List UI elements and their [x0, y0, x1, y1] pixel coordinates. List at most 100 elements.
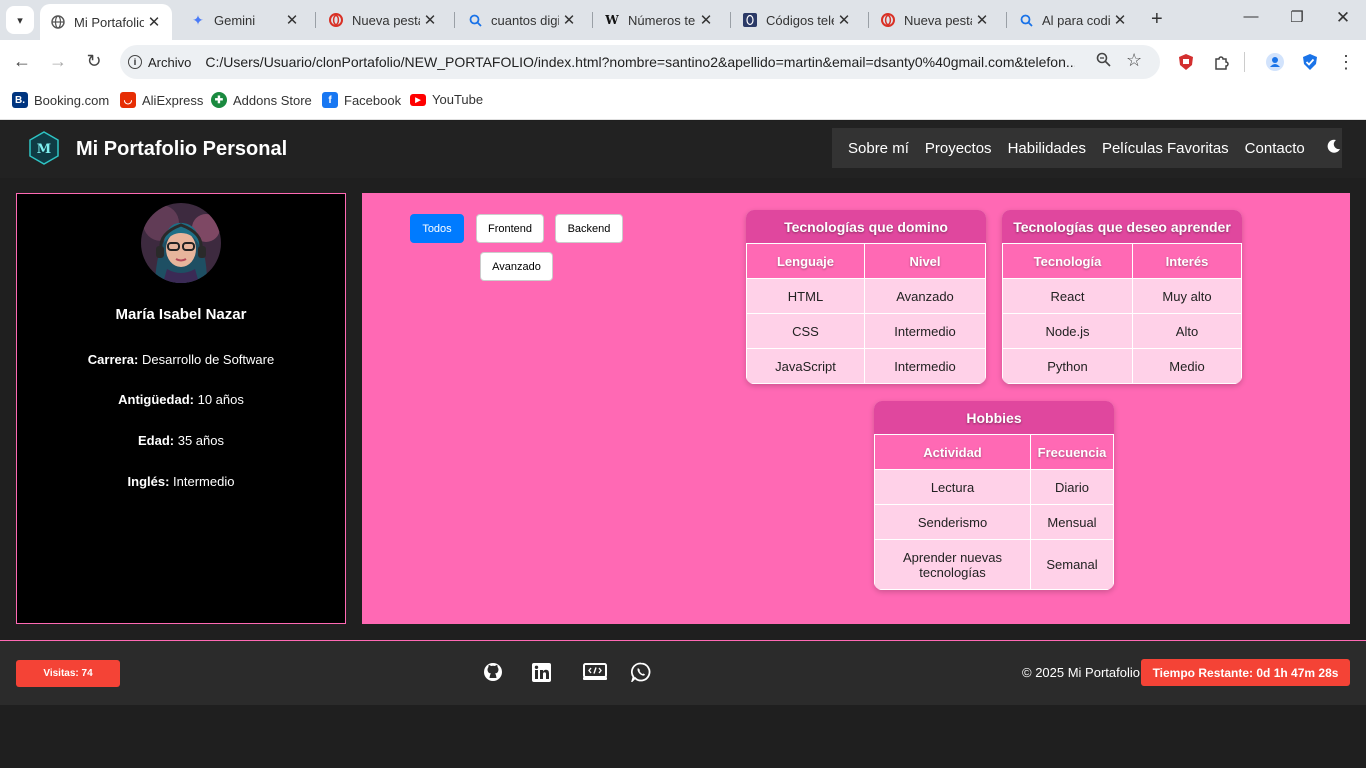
forward-icon[interactable]: → — [46, 51, 70, 72]
tab-separator — [1006, 12, 1007, 28]
column-header: Nivel — [864, 243, 986, 279]
countdown-timer: Tiempo Restante: 0d 1h 47m 28s — [1141, 659, 1350, 686]
site-info-chip[interactable]: i Archivo — [128, 55, 191, 70]
linkedin-icon[interactable] — [530, 661, 552, 683]
tab-title: Mi Portafolio — [74, 14, 144, 30]
field-value: 10 años — [197, 392, 244, 407]
gemini-icon: ✦ — [192, 11, 204, 28]
tab-nueva-pestana-2[interactable]: Nueva pesta ✕ — [870, 4, 1000, 36]
visits-counter: Visitas: 74 — [16, 660, 120, 687]
column-header: Lenguaje — [746, 243, 865, 279]
address-bar-row: ← → ↻ i Archivo C:/Users/Usuario/clonPor… — [0, 40, 1366, 85]
zoom-icon[interactable] — [1096, 52, 1111, 72]
tab-mi-portafolio[interactable]: Mi Portafolio ✕ — [40, 4, 172, 40]
profile-name: María Isabel Nazar — [115, 306, 247, 323]
tab-separator — [730, 12, 731, 28]
table-cell: Semanal — [1030, 539, 1114, 590]
opera-icon — [328, 12, 344, 28]
table-grid: Actividad Frecuencia Lectura Diario Send… — [874, 434, 1114, 590]
profile-icon[interactable] — [1265, 52, 1285, 72]
browser-tab-bar: ▾ Mi Portafolio ✕ ✦ Gemini ✕ Nueva pesta… — [0, 0, 1366, 40]
tab-numeros-tel[interactable]: W Números tel ✕ — [594, 4, 724, 36]
copyright-text: © 2025 Mi Portafolio — [1022, 665, 1140, 680]
info-icon: i — [128, 55, 142, 69]
avatar — [141, 203, 221, 283]
table-caption: Tecnologías que domino — [746, 210, 986, 243]
profile-card: María Isabel Nazar Carrera: Desarrollo d… — [16, 193, 346, 624]
adblock-extension-icon[interactable] — [1176, 52, 1196, 72]
tab-cuantos-digitos[interactable]: cuantos digi ✕ — [457, 4, 587, 36]
table-row: Python Medio — [1002, 348, 1242, 384]
close-tab-icon[interactable]: ✕ — [972, 11, 992, 29]
tab-nueva-pestana[interactable]: Nueva pesta ✕ — [318, 4, 448, 36]
extensions-puzzle-icon[interactable] — [1212, 52, 1232, 72]
tab-search-button[interactable]: ▾ — [6, 6, 34, 34]
bookmark-aliexpress[interactable]: ◡ AliExpress — [120, 92, 203, 108]
table-cell: Diario — [1030, 469, 1114, 505]
close-tab-icon[interactable]: ✕ — [144, 13, 164, 31]
bookmark-youtube[interactable]: ▶ YouTube — [410, 92, 483, 107]
omnibox[interactable]: i Archivo C:/Users/Usuario/clonPortafoli… — [120, 45, 1160, 79]
tab-title: Códigos tele — [766, 12, 834, 28]
chevron-down-icon: ▾ — [17, 14, 23, 27]
table-cell: Intermedio — [864, 313, 986, 349]
aliexpress-icon: ◡ — [120, 92, 136, 108]
column-header: Frecuencia — [1030, 434, 1114, 470]
filter-frontend-button[interactable]: Frontend — [476, 214, 544, 243]
tab-gemini[interactable]: ✦ Gemini ✕ — [180, 4, 310, 36]
close-tab-icon[interactable]: ✕ — [1110, 11, 1130, 29]
reload-icon[interactable]: ↻ — [82, 51, 106, 72]
moon-icon[interactable] — [1327, 139, 1341, 158]
table-cell: Node.js — [1002, 313, 1133, 349]
filter-backend-button[interactable]: Backend — [555, 214, 623, 243]
table-row: JavaScript Intermedio — [746, 348, 986, 384]
portfolio-icon[interactable] — [582, 661, 608, 683]
filter-avanzado-button[interactable]: Avanzado — [480, 252, 553, 281]
whatsapp-icon[interactable] — [630, 661, 652, 683]
bookmark-addons-store[interactable]: ✚ Addons Store — [211, 92, 312, 108]
bookmark-star-icon[interactable]: ☆ — [1126, 50, 1142, 71]
table-row: Lectura Diario — [874, 469, 1114, 505]
table-row: Aprender nuevas tecnologías Semanal — [874, 539, 1114, 590]
table-cell: JavaScript — [746, 348, 865, 384]
nav-peliculas-favoritas[interactable]: Películas Favoritas — [1102, 140, 1229, 157]
site-logo[interactable]: M — [28, 131, 60, 165]
bookmark-facebook[interactable]: f Facebook — [322, 92, 401, 108]
close-tab-icon[interactable]: ✕ — [282, 11, 302, 29]
nav-sobre-mi[interactable]: Sobre mí — [848, 140, 909, 157]
site-footer: Visitas: 74 © 2025 Mi Portafolio Tiempo … — [0, 640, 1366, 705]
svg-text:M: M — [37, 142, 51, 157]
tab-codigos-tele[interactable]: Códigos tele ✕ — [732, 4, 862, 36]
table-row: Senderismo Mensual — [874, 504, 1114, 540]
close-tab-icon[interactable]: ✕ — [559, 11, 579, 29]
field-label: Carrera: — [87, 352, 139, 367]
column-header: Tecnología — [1002, 243, 1133, 279]
url-text[interactable]: C:/Users/Usuario/clonPortafolio/NEW_PORT… — [205, 54, 1075, 70]
nav-habilidades[interactable]: Habilidades — [1008, 140, 1086, 157]
new-tab-button[interactable]: + — [1151, 8, 1163, 31]
minimize-icon[interactable]: — — [1236, 8, 1266, 25]
restore-icon[interactable]: ❐ — [1282, 8, 1312, 26]
github-icon[interactable] — [482, 661, 504, 683]
toolbar-divider — [1244, 52, 1245, 72]
field-value: Desarrollo de Software — [141, 352, 275, 367]
bookmark-booking[interactable]: B. Booking.com — [12, 92, 109, 108]
table-cell: Lectura — [874, 469, 1031, 505]
back-icon[interactable]: ← — [10, 51, 34, 72]
close-tab-icon[interactable]: ✕ — [696, 11, 716, 29]
tab-separator — [592, 12, 593, 28]
close-window-icon[interactable]: ✕ — [1328, 8, 1358, 28]
shield-extension-icon[interactable] — [1300, 52, 1320, 72]
field-value: Intermedio — [173, 474, 235, 489]
table-hobbies: Hobbies Actividad Frecuencia Lectura Dia… — [874, 401, 1114, 590]
filter-todos-button[interactable]: Todos — [410, 214, 464, 243]
tab-title: Números tel — [628, 12, 696, 28]
nav-proyectos[interactable]: Proyectos — [925, 140, 992, 157]
close-tab-icon[interactable]: ✕ — [834, 11, 854, 29]
menu-kebab-icon[interactable]: ⋮ — [1336, 52, 1356, 72]
close-tab-icon[interactable]: ✕ — [420, 11, 440, 29]
tab-al-para-codigo[interactable]: Al para codi ✕ — [1008, 4, 1138, 36]
nav-contacto[interactable]: Contacto — [1245, 140, 1305, 157]
bookmark-label: Addons Store — [233, 92, 312, 108]
column-header: Interés — [1132, 243, 1242, 279]
